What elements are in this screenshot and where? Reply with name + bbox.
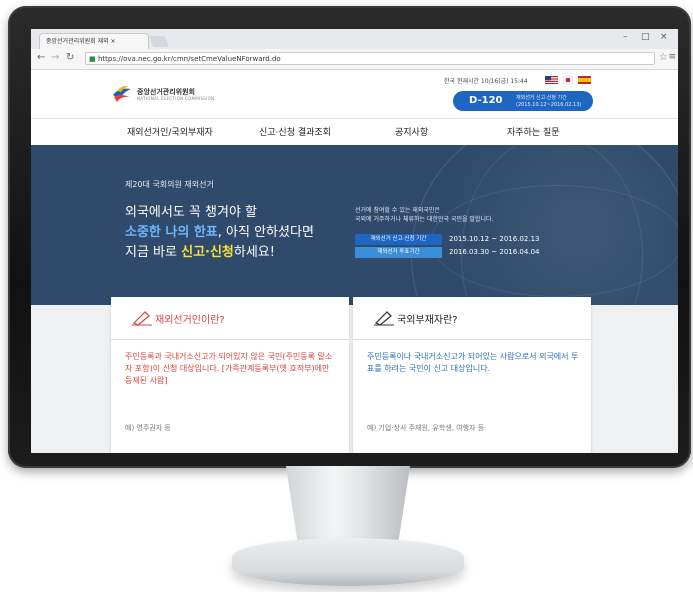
minimize-button[interactable]: – [623,32,628,42]
spain-flag-icon[interactable] [578,76,591,84]
period-date: 2015.10.12 ~ 2016.02.13 [449,235,540,243]
site-header: 중앙선거관리위원회 NATIONAL ELECTION COMMISSION 한… [31,70,678,118]
logo-mark-icon [113,85,131,102]
japan-flag-icon[interactable] [563,76,573,84]
card-example: 예) 영주권자 등 [125,424,171,432]
dday-label: 재외선거 신고·신청 기간 [516,95,567,101]
browser-toolbar: ← → ↻ ■ https://ova.nec.go.kr/cmn/setCme… [31,49,678,70]
address-bar[interactable]: ■ https://ova.nec.go.kr/cmn/setCmeValueN… [85,52,655,65]
hero-banner: 제20대 국회의원 재외선거 외국에서도 꼭 챙겨야 할 소중한 나의 한표, … [31,145,678,305]
back-arrow-icon[interactable]: ← [37,52,45,63]
bookmark-star-icon[interactable]: ☆ [659,52,668,63]
hero-highlight-yellow: 신고·신청 [181,245,234,260]
nav-item-faq[interactable]: 자주하는 질문 [507,125,560,138]
card-example: 예) 기업·상사 주재원, 유학생, 여행자 등 [367,424,485,432]
pencil-icon [374,311,394,326]
hero-line-3-post: 하세요! [233,245,275,260]
hero-info-line-1: 선거에 참여할 수 있는 재외국민은 [355,207,440,214]
forward-arrow-icon[interactable]: → [51,52,59,63]
logo-subtitle: NATIONAL ELECTION COMMISSION [137,96,215,101]
card-description: 주민등록과 국내거소신고가 되어있지 않은 국민(주민등록 말소자 포함)이 신… [125,352,333,385]
address-text: https://ova.nec.go.kr/cmn/setCmeValueNFo… [98,55,281,63]
browser-tab[interactable]: 중앙선거관리위원회 재외 × [39,33,149,49]
menu-icon[interactable]: ≡ [668,52,676,62]
hero-line-3-pre: 지금 바로 [125,245,182,260]
site-logo[interactable]: 중앙선거관리위원회 NATIONAL ELECTION COMMISSION [111,83,221,105]
period-date: 2016.03.30 ~ 2016.04.04 [449,248,540,256]
card-overseas-voter[interactable]: 재외선거인이란? 주민등록과 국내거소신고가 되어있지 않은 국민(주민등록 말… [111,297,349,453]
dday-count: D-120 [469,95,503,106]
tab-title: 중앙선거관리위원회 재외 × [46,38,116,45]
hero-line-1: 외국에서도 꼭 챙겨야 할 [125,205,257,220]
korea-time: 한국 현재시간 10/16(금) 15:44 [444,78,528,85]
nav-item-notices[interactable]: 공지사항 [395,125,428,138]
browser-tabbar: 중앙선거관리위원회 재외 × – □ × [31,29,678,49]
hero-line-2: 소중한 나의 한표, 아직 안하셨다면 [125,221,314,240]
hero-highlight-blue: 소중한 나의 한표 [125,225,218,240]
main-navigation: 재외선거인/국외부재자 신고·신청 결과조회 공지사항 자주하는 질문 [31,118,678,146]
hero-line-2-rest: , 아직 안하셨다면 [217,225,314,240]
card-absentee[interactable]: 국외부재자란? 주민등록이나 국내거소신고가 되어있는 사람으로서 외국에서 투… [353,297,591,453]
card-description: 주민등록이나 국내거소신고가 되어있는 사람으로서 외국에서 투표를 하려는 국… [367,352,579,373]
dday-range: (2015.10.12~2016.02.13) [516,102,582,108]
monitor-base [232,538,464,586]
card-title: 국외부재자란? [397,315,458,326]
us-flag-icon[interactable] [545,76,558,84]
card-title: 재외선거인이란? [155,315,225,326]
reload-icon[interactable]: ↻ [66,52,74,63]
lock-icon: ■ [89,55,96,63]
period-label: 재외선거 신고·신청 기간 [355,234,442,245]
nav-item-voters[interactable]: 재외선거인/국외부재자 [127,125,213,138]
hero-info-line-2: 국외에 거주하거나 체류하는 대한민국 국민을 말합니다. [355,216,494,223]
monitor-stand [285,466,411,544]
hero-line-3: 지금 바로 신고·신청하세요! [125,241,275,260]
pencil-icon [132,311,152,326]
card-header: 국외부재자란? [353,297,591,340]
dday-badge: D-120 재외선거 신고·신청 기간 (2015.10.12~2016.02.… [453,91,593,111]
hero-kicker: 제20대 국회의원 재외선거 [125,180,214,189]
period-label: 재외선거 투표기간 [355,247,442,258]
close-window-button[interactable]: × [660,32,668,42]
card-header: 재외선거인이란? [111,297,349,340]
new-tab-button[interactable] [148,36,170,47]
browser-screen: 중앙선거관리위원회 재외 × – □ × ← → ↻ ■ https://ova… [31,29,678,453]
nav-item-results[interactable]: 신고·신청 결과조회 [259,125,331,138]
maximize-button[interactable]: □ [641,32,650,42]
